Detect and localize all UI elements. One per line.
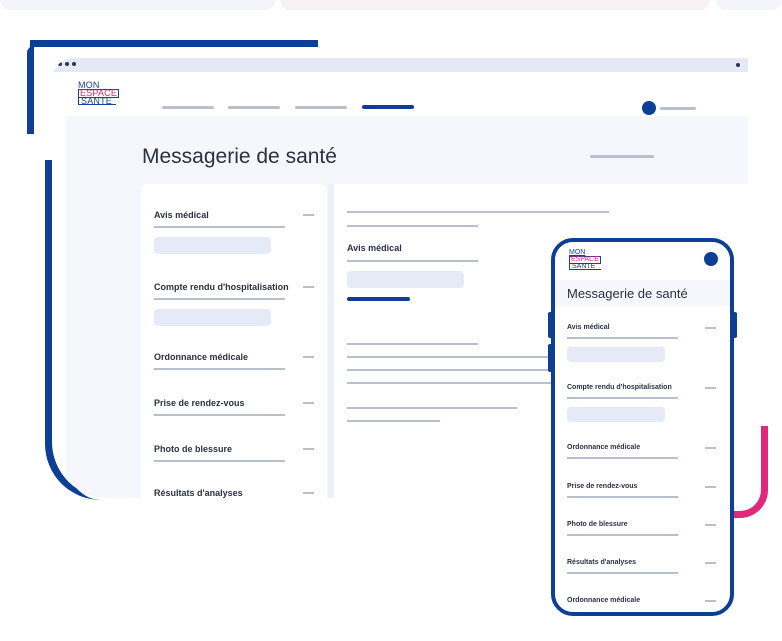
mobile-list-item-label[interactable]: Ordonnance médicale (567, 597, 640, 604)
list-item-underline (154, 298, 285, 300)
detail-text-line (347, 420, 440, 422)
mobile-list-item-underline (567, 572, 678, 574)
mobile-list-item-underline (567, 397, 678, 399)
mobile-list-item-toggle[interactable] (705, 387, 716, 389)
detail-text-line (347, 369, 567, 371)
mobile-list-item-input[interactable] (567, 347, 665, 362)
detail-text-line (347, 382, 567, 384)
list-item-underline (154, 414, 285, 416)
mobile-list-item-toggle[interactable] (705, 600, 716, 602)
mobile-list-item-underline (567, 337, 678, 339)
logo-line-3: SANTE (569, 263, 601, 270)
nav-item-3[interactable] (295, 106, 347, 109)
logo-line-1: MON (569, 249, 586, 256)
list-item-toggle[interactable] (303, 402, 314, 404)
list-item-underline (154, 368, 285, 370)
list-item-toggle[interactable] (303, 356, 314, 358)
detail-text-line (347, 211, 609, 213)
user-name-placeholder[interactable] (660, 107, 696, 110)
detail-text-line (347, 225, 478, 227)
mobile-list-item-underline (567, 534, 678, 536)
list-item-toggle[interactable] (303, 448, 314, 450)
list-item-underline (154, 226, 285, 228)
decor-blue-corner (27, 46, 34, 134)
nav-item-2[interactable] (228, 106, 280, 109)
browser-title-bar (52, 58, 748, 72)
window-controls-icon[interactable] (58, 62, 76, 66)
mobile-brand-logo[interactable]: MON ESPACE SANTE (569, 249, 601, 271)
page-title: Messagerie de santé (142, 145, 337, 168)
browser-menu-icon[interactable] (736, 63, 740, 67)
title-action-placeholder[interactable] (590, 155, 654, 158)
detail-text-line (347, 407, 517, 409)
decor-blue-line (30, 40, 318, 47)
detail-text-line (347, 356, 567, 358)
detail-text-line (347, 260, 478, 262)
user-avatar-icon[interactable] (704, 252, 718, 266)
top-strip-middle (280, 0, 710, 10)
nav-item-active[interactable] (362, 105, 414, 109)
detail-title: Avis médical (347, 243, 402, 253)
list-item-underline (154, 460, 285, 462)
list-item-label[interactable]: Compte rendu d'hospitalisation (154, 282, 289, 292)
mobile-phone: MON ESPACE SANTE Messagerie de santé Avi… (551, 238, 734, 616)
list-item-input[interactable] (154, 309, 271, 326)
mobile-list-item-label[interactable]: Photo de blessure (567, 521, 628, 528)
detail-progress-accent (347, 297, 410, 301)
nav-item-1[interactable] (162, 106, 214, 109)
top-strip-right (716, 0, 782, 10)
top-navigation: MON ESPACE SANTE (52, 72, 748, 116)
mobile-page-title: Messagerie de santé (567, 286, 688, 301)
mobile-list-item-label[interactable]: Ordonnance médicale (567, 444, 640, 451)
mobile-list-item-underline (567, 496, 678, 498)
mobile-list-item-label[interactable]: Résultats d'analyses (567, 559, 636, 566)
list-item-input[interactable] (154, 237, 271, 254)
mobile-list-item-label[interactable]: Avis médical (567, 324, 610, 331)
user-avatar-icon[interactable] (642, 101, 656, 115)
list-item-toggle[interactable] (303, 286, 314, 288)
brand-logo[interactable]: MON ESPACE SANTE (78, 81, 120, 107)
mobile-list-item-label[interactable]: Prise de rendez-vous (567, 483, 637, 490)
mobile-list-item-toggle[interactable] (705, 486, 716, 488)
mobile-header: MON ESPACE SANTE (555, 242, 730, 280)
message-category-list: Avis médical Compte rendu d'hospitalisat… (141, 184, 327, 498)
illustration-stage: MON ESPACE SANTE Messagerie de santé Avi… (0, 0, 782, 641)
mobile-list-item-toggle[interactable] (705, 327, 716, 329)
list-item-label[interactable]: Ordonnance médicale (154, 352, 248, 362)
mobile-list-item-toggle[interactable] (705, 447, 716, 449)
list-item-toggle[interactable] (303, 492, 314, 494)
list-item-label[interactable]: Résultats d'analyses (154, 488, 243, 498)
list-item-toggle[interactable] (303, 214, 314, 216)
mobile-list-item-toggle[interactable] (705, 524, 716, 526)
mobile-list-item-input[interactable] (567, 407, 665, 422)
mobile-list-item-label[interactable]: Compte rendu d'hospitalisation (567, 384, 672, 391)
detail-text-line (347, 343, 478, 345)
mobile-list-item-toggle[interactable] (705, 562, 716, 564)
top-strip-left (0, 0, 275, 10)
logo-line-3: SANTE (78, 97, 116, 106)
list-item-label[interactable]: Avis médical (154, 210, 209, 220)
mobile-list-item-underline (567, 457, 678, 459)
list-item-label[interactable]: Photo de blessure (154, 444, 232, 454)
detail-input[interactable] (347, 271, 464, 288)
list-item-label[interactable]: Prise de rendez-vous (154, 398, 245, 408)
